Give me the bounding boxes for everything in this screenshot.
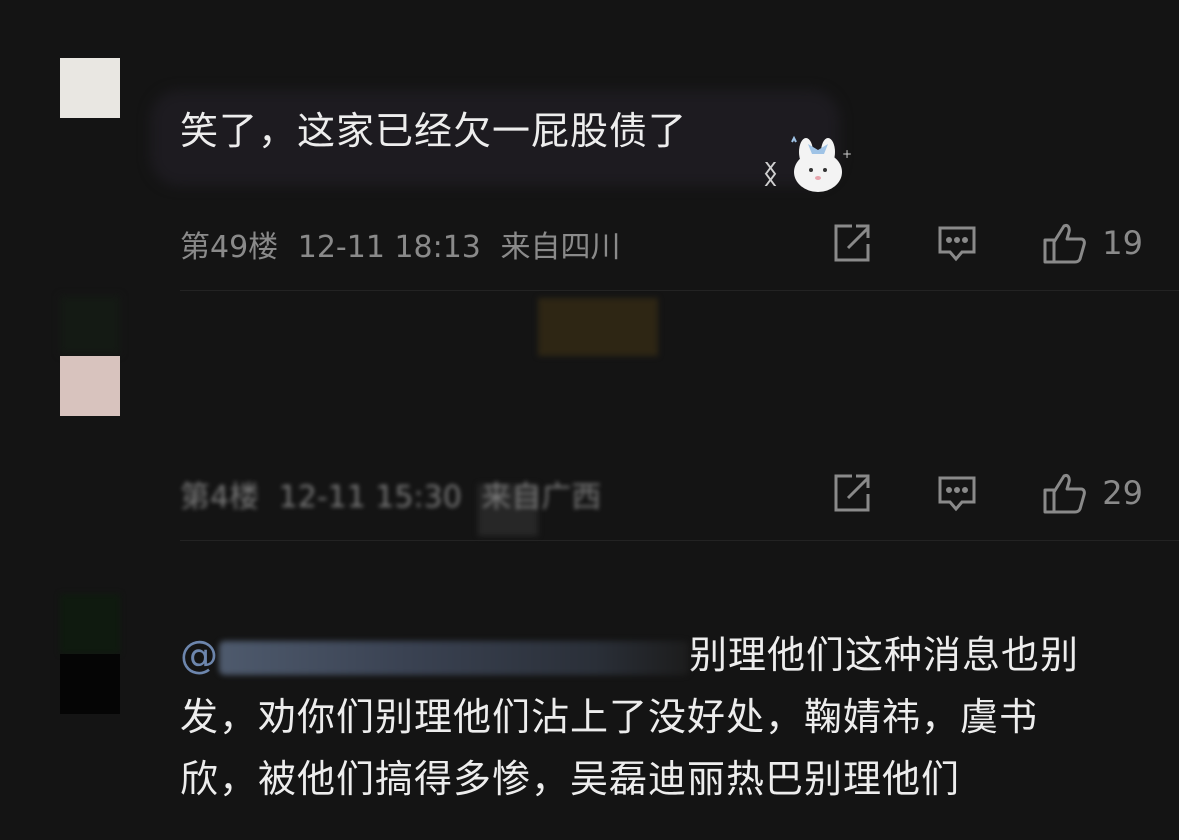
- divider: [180, 290, 1179, 291]
- comment-meta: 第4楼 12-11 15:30 来自广西: [180, 472, 601, 516]
- timestamp: 12-11 18:13: [297, 230, 481, 265]
- thumbs-up-icon: [1042, 220, 1088, 266]
- comment-icon: [936, 472, 978, 514]
- comment-line: 欣，被他们搞得多惨，吴磊迪丽热巴别理他们: [180, 757, 961, 801]
- blurred-area: [538, 298, 658, 356]
- mention-link[interactable]: @: [180, 633, 219, 677]
- comment-meta: 第49楼 12-11 18:13 来自四川: [180, 222, 620, 266]
- like-count: 19: [1102, 224, 1143, 262]
- like-count: 29: [1102, 474, 1143, 512]
- comment-icon: [936, 222, 978, 264]
- reply-button[interactable]: [936, 472, 978, 514]
- avatar[interactable]: [60, 356, 120, 416]
- like-button[interactable]: 29: [1042, 470, 1143, 516]
- blurred-area: [60, 594, 120, 654]
- like-button[interactable]: 19: [1042, 220, 1143, 266]
- ip-location: 来自广西: [481, 480, 602, 515]
- share-button[interactable]: [830, 222, 872, 264]
- comment-line-text: 别理他们这种消息也别: [689, 633, 1080, 677]
- comment-text: 笑了，这家已经欠一屁股债了: [180, 109, 688, 153]
- avatar[interactable]: [60, 58, 120, 118]
- share-icon: [830, 472, 872, 514]
- bunny-sticker-icon: x x +: [762, 130, 854, 196]
- comment-actions: 29: [766, 468, 1143, 518]
- blurred-mention: [219, 640, 689, 675]
- floor-number: 第4楼: [180, 480, 260, 515]
- svg-text:+: +: [842, 147, 852, 161]
- comment-text: @ 别理他们这种消息也别 发，劝你们别理他们沾上了没好处，鞠婧祎，虞书 欣，被他们…: [180, 624, 1150, 810]
- reply-button[interactable]: [936, 222, 978, 264]
- thumbs-up-icon: [1042, 470, 1088, 516]
- floor-number: 第49楼: [180, 230, 279, 265]
- share-button[interactable]: [830, 472, 872, 514]
- comment-line: @ 别理他们这种消息也别: [180, 624, 1150, 686]
- share-icon: [830, 222, 872, 264]
- divider: [180, 540, 1179, 541]
- svg-text:x: x: [764, 155, 777, 180]
- comment-line: 发，劝你们别理他们沾上了没好处，鞠婧祎，虞书: [180, 695, 1039, 739]
- avatar[interactable]: [60, 654, 120, 714]
- blurred-area: [60, 296, 120, 354]
- timestamp: 12-11 15:30: [278, 480, 462, 515]
- ip-location: 来自四川: [500, 230, 621, 265]
- comment-actions: 19: [766, 218, 1143, 268]
